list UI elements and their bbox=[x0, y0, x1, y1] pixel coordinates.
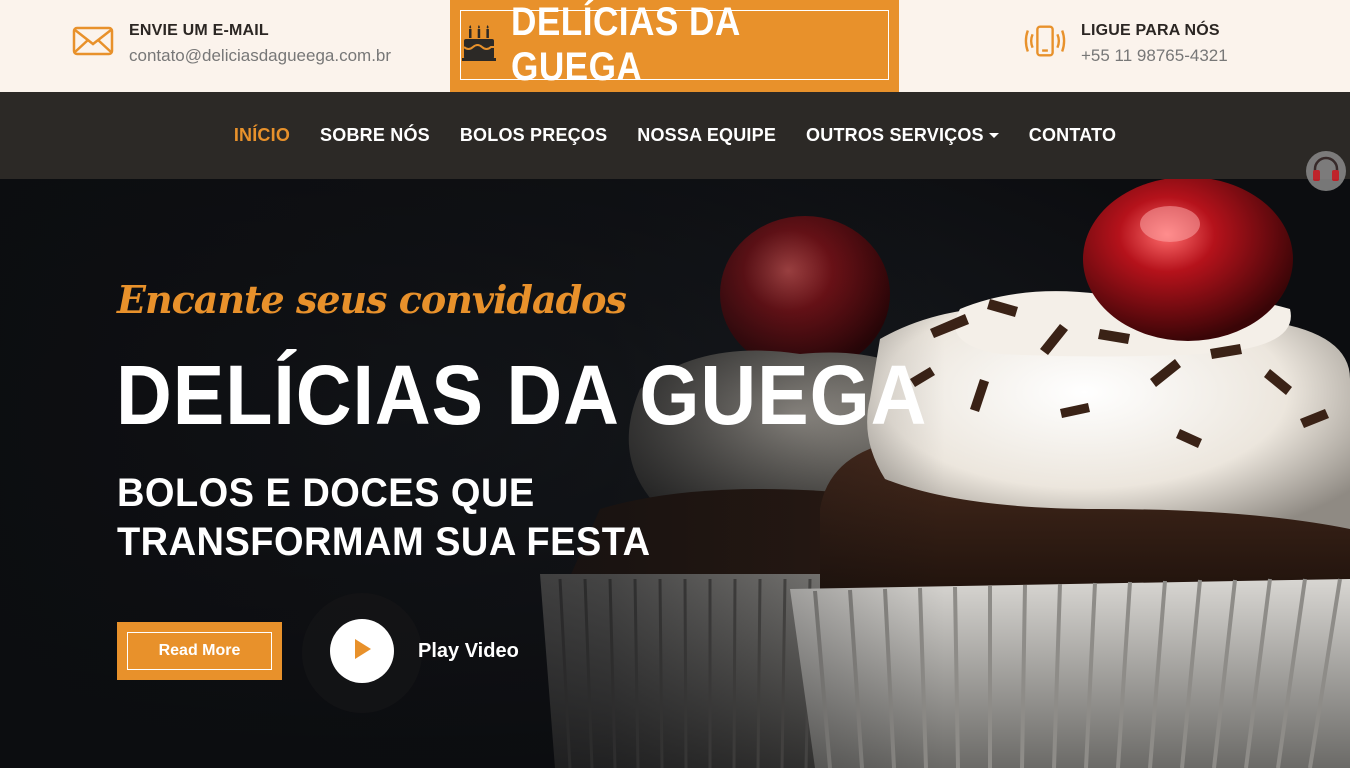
phone-title: LIGUE PARA NÓS bbox=[1081, 22, 1220, 39]
headphones-icon bbox=[1312, 156, 1340, 187]
logo-text: DELÍCIAS DA GUEGA bbox=[511, 0, 740, 89]
chevron-down-icon bbox=[988, 133, 999, 138]
nav-item-nossa-equipe[interactable]: NOSSA EQUIPE bbox=[637, 125, 776, 146]
play-icon bbox=[351, 637, 373, 666]
email-title: ENVIE UM E-MAIL bbox=[129, 22, 269, 39]
play-video-label[interactable]: Play Video bbox=[418, 640, 519, 663]
read-more-label: Read More bbox=[127, 632, 272, 670]
play-video-button[interactable] bbox=[330, 619, 394, 683]
accessibility-button[interactable] bbox=[1306, 151, 1346, 191]
top-bar: ENVIE UM E-MAIL contato@deliciasdagueega… bbox=[0, 0, 1350, 92]
nav-item-sobre-nos[interactable]: SOBRE NÓS bbox=[320, 125, 430, 146]
phone-icon bbox=[1024, 20, 1066, 62]
read-more-button[interactable]: Read More bbox=[117, 622, 282, 680]
main-nav: INÍCIO SOBRE NÓS BOLOS PREÇOS NOSSA EQUI… bbox=[0, 92, 1350, 179]
email-value[interactable]: contato@deliciasdagueega.com.br bbox=[129, 46, 391, 66]
nav-item-bolos-precos[interactable]: BOLOS PREÇOS bbox=[460, 125, 607, 146]
hero-title: DELÍCIAS DA GUEGA bbox=[116, 348, 928, 442]
hero-subtitle: BOLOS E DOCES QUE TRANSFORMAM SUA FESTA bbox=[117, 471, 651, 564]
site-logo[interactable]: DELÍCIAS DA GUEGA bbox=[450, 0, 899, 92]
nav-item-contato[interactable]: CONTATO bbox=[1029, 125, 1116, 146]
envelope-icon bbox=[72, 20, 114, 62]
email-contact[interactable]: ENVIE UM E-MAIL contato@deliciasdagueega… bbox=[72, 20, 391, 66]
nav-item-outros-servicos[interactable]: OUTROS SERVIÇOS bbox=[806, 125, 999, 146]
phone-contact[interactable]: LIGUE PARA NÓS +55 11 98765-4321 bbox=[1024, 20, 1228, 66]
hero-tagline: Encante seus convidados bbox=[117, 277, 627, 322]
nav-item-inicio[interactable]: INÍCIO bbox=[234, 125, 290, 146]
cake-icon bbox=[461, 24, 497, 66]
phone-value[interactable]: +55 11 98765-4321 bbox=[1081, 46, 1228, 66]
hero-section: Encante seus convidados DELÍCIAS DA GUEG… bbox=[0, 179, 1350, 768]
